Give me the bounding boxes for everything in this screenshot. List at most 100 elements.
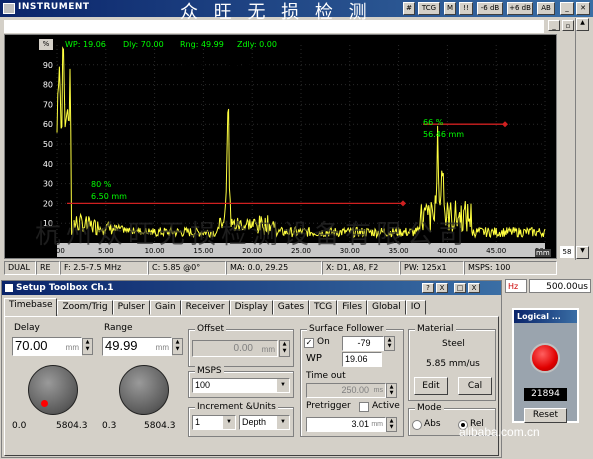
y-tick-label: 40 — [43, 160, 53, 169]
gate-b-percent: 66 % — [423, 118, 444, 127]
cal-button[interactable]: Cal — [458, 377, 492, 395]
close-button[interactable]: ✕ — [576, 2, 590, 15]
toolbox-close-button[interactable]: X — [468, 283, 480, 293]
status-led-icon — [530, 343, 560, 373]
range-max: 5804.3 — [144, 421, 176, 431]
delay-input[interactable]: 70.00 mm — [12, 337, 82, 356]
status-bar: DUAL RE F: 2.5-7.5 MHz C: 5.85 @0° MA: 0… — [4, 261, 557, 275]
offset-value: 0.00 — [233, 343, 253, 354]
abs-radio[interactable] — [412, 420, 422, 430]
tab-zoom-trig[interactable]: Zoom/Trig — [57, 300, 113, 315]
zoom-icon[interactable]: % — [39, 39, 53, 50]
child-window-strip — [4, 20, 544, 33]
delay-knob[interactable] — [28, 365, 78, 415]
delay-spinner[interactable]: ▲ ▼ — [82, 338, 93, 355]
status-msps: MSPS: 100 — [464, 261, 557, 275]
delay-knob-indicator — [41, 400, 48, 407]
offset-input[interactable]: 0.00 mm — [192, 340, 278, 357]
delay-unit: mm — [65, 343, 79, 352]
active-label: Active — [372, 401, 400, 411]
tab-receiver[interactable]: Receiver — [180, 300, 230, 315]
tab-tcg[interactable]: TCG — [309, 300, 338, 315]
surface-on-checkbox[interactable]: ✓ — [304, 338, 314, 348]
tcg-button[interactable]: TCG — [418, 2, 440, 15]
minus6db-button[interactable]: -6 dB — [477, 2, 503, 15]
wp-input[interactable]: 19.06 — [342, 352, 382, 367]
help-button[interactable]: ? — [422, 283, 434, 293]
ab-button[interactable]: AB — [537, 2, 555, 15]
y-tick-label: 90 — [43, 61, 53, 70]
pretrigger-value: 3.01 — [351, 419, 369, 429]
vertical-scrollbar[interactable]: ▲ ▼ — [575, 18, 589, 260]
status-re: RE — [36, 261, 60, 275]
child-minimize-button[interactable]: _ — [548, 20, 560, 31]
material-label: Material — [415, 324, 456, 334]
freeze-button[interactable]: !! — [459, 2, 473, 15]
gate-a-marker — [400, 200, 406, 207]
child-restore-button[interactable]: ▫ — [562, 20, 574, 31]
status-ma: MA: 0.0, 29.25 — [226, 261, 322, 275]
tab-display[interactable]: Display — [229, 300, 273, 315]
tab-gain[interactable]: Gain — [149, 300, 181, 315]
offset-unit: mm — [261, 345, 275, 354]
delay-max: 5804.3 — [56, 421, 88, 431]
timeout-spinner[interactable]: ▲ ▼ — [386, 383, 397, 398]
grid-button[interactable]: # — [403, 2, 415, 15]
scroll-down-icon[interactable]: ▼ — [576, 246, 589, 259]
timeout-input[interactable]: 250.00 ms — [306, 383, 386, 398]
wp-label: WP — [306, 353, 322, 364]
x-axis-unit: mm — [535, 249, 551, 257]
chevron-down-icon: ▼ — [277, 416, 289, 429]
app-title: INSTRUMENT — [18, 2, 90, 12]
tab-global[interactable]: Global — [367, 300, 406, 315]
units-value: Depth — [242, 417, 267, 427]
y-tick-label: 50 — [43, 140, 53, 149]
toolbox-x-button[interactable]: X — [436, 283, 448, 293]
range-spinner[interactable]: ▲ ▼ — [172, 338, 183, 355]
range-value: 49.99 — [105, 338, 138, 353]
edit-button[interactable]: Edit — [414, 377, 448, 395]
logical-panel: Logical ... 21894 Reset — [512, 308, 579, 423]
range-input[interactable]: 49.99 mm — [102, 337, 172, 356]
delay-value: 70.00 — [15, 338, 48, 353]
m-button[interactable]: M — [444, 2, 456, 15]
logical-panel-title: Logical ... — [514, 310, 577, 323]
tab-io[interactable]: IO — [405, 300, 426, 315]
right-value: 58 — [560, 246, 574, 258]
chevron-down-icon: ▼ — [223, 416, 235, 429]
units-select[interactable]: Depth ▼ — [239, 415, 290, 430]
tab-pulser[interactable]: Pulser — [112, 300, 150, 315]
msps-select[interactable]: 100 ▼ — [192, 378, 290, 393]
gate-b-distance: 56.46 mm — [423, 130, 465, 139]
tab-gates[interactable]: Gates — [272, 300, 310, 315]
pretrigger-spinner[interactable]: ▲ ▼ — [386, 417, 397, 432]
counter-display: 21894 — [524, 388, 567, 401]
toolbox-maximize-button[interactable]: □ — [454, 283, 466, 293]
active-checkbox[interactable] — [359, 402, 369, 412]
plus6db-button[interactable]: +6 dB — [507, 2, 533, 15]
reset-button[interactable]: Reset — [524, 408, 567, 423]
surface-on-label: On — [317, 337, 330, 347]
status-dual: DUAL — [4, 261, 36, 275]
offset-spinner[interactable]: ▲ ▼ — [279, 340, 290, 357]
range-unit: mm — [155, 343, 169, 352]
surface-follower-label: Surface Follower — [307, 324, 386, 334]
scroll-up-icon[interactable]: ▲ — [576, 18, 589, 31]
range-knob[interactable] — [119, 365, 169, 415]
tab-files[interactable]: Files — [337, 300, 368, 315]
minimize-button[interactable]: _ — [560, 2, 574, 15]
surface-on-value[interactable]: -79 — [342, 336, 384, 351]
ascan-waveform — [56, 46, 546, 239]
status-velocity: C: 5.85 @0° — [148, 261, 226, 275]
msps-value: 100 — [195, 380, 211, 390]
surface-spinner[interactable]: ▲ ▼ — [384, 336, 395, 351]
timeout-unit: ms — [373, 387, 383, 394]
increment-select[interactable]: 1 ▼ — [192, 415, 236, 430]
y-tick-label: 60 — [43, 120, 53, 129]
range-readout: Rng: 49.99 — [180, 40, 224, 49]
delay-label: Delay — [14, 323, 40, 333]
increment-value: 1 — [195, 417, 201, 427]
tab-timebase[interactable]: Timebase — [4, 298, 58, 316]
pretrigger-input[interactable]: 3.01 mm — [306, 417, 386, 432]
zdelay-readout: Zdly: 0.00 — [237, 40, 277, 49]
